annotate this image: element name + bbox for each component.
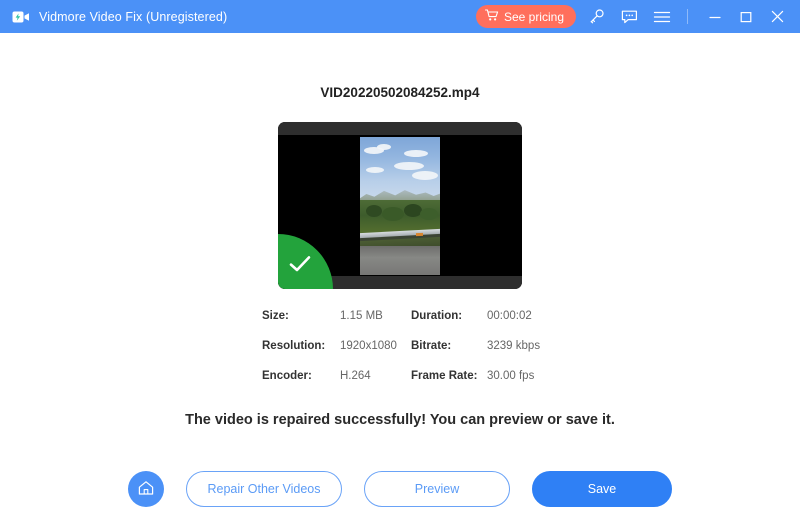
app-title: Vidmore Video Fix (Unregistered) xyxy=(39,9,228,24)
thumbnail-top-bar xyxy=(278,122,522,135)
resolution-label: Resolution: xyxy=(262,340,326,352)
cloud-shape xyxy=(404,150,428,157)
frame-rate-value: 30.00 fps xyxy=(487,370,535,382)
repair-other-videos-button[interactable]: Repair Other Videos xyxy=(186,471,342,507)
metadata-row: Resolution: 1920x1080 Bitrate: 3239 kbps xyxy=(262,340,562,370)
home-button[interactable] xyxy=(128,471,164,507)
resolution-value: 1920x1080 xyxy=(340,340,397,352)
size-value: 1.15 MB xyxy=(340,310,383,322)
video-preview-image xyxy=(360,137,440,275)
key-icon[interactable] xyxy=(583,4,609,30)
title-bar: Vidmore Video Fix (Unregistered) See pri… xyxy=(0,0,800,33)
preview-button[interactable]: Preview xyxy=(364,471,510,507)
duration-label: Duration: xyxy=(411,310,463,322)
road-layer xyxy=(360,246,440,275)
cloud-shape xyxy=(412,171,438,180)
success-badge xyxy=(278,234,333,289)
size-label: Size: xyxy=(262,310,289,322)
success-check-icon xyxy=(289,255,311,278)
frame-rate-label: Frame Rate: xyxy=(411,370,478,382)
metadata-row: Size: 1.15 MB Duration: 00:00:02 xyxy=(262,310,562,340)
toolbar-divider xyxy=(687,9,688,24)
maximize-button[interactable] xyxy=(733,4,759,30)
bush-shape xyxy=(382,207,404,221)
bitrate-label: Bitrate: xyxy=(411,340,452,352)
close-button[interactable] xyxy=(764,4,790,30)
reflector-marker xyxy=(416,232,423,237)
menu-icon[interactable] xyxy=(649,4,675,30)
see-pricing-label: See pricing xyxy=(503,9,564,24)
bush-shape xyxy=(420,208,438,220)
home-icon xyxy=(137,479,155,500)
cloud-shape xyxy=(366,167,384,173)
encoder-label: Encoder: xyxy=(262,370,312,382)
main-content: VID20220502084252.mp4 Size: 1.15 MB Dura… xyxy=(0,33,800,520)
file-name-label: VID20220502084252.mp4 xyxy=(320,85,480,100)
metadata-row: Encoder: H.264 Frame Rate: 30.00 fps xyxy=(262,370,562,400)
see-pricing-button[interactable]: See pricing xyxy=(475,5,576,28)
duration-value: 00:00:02 xyxy=(487,310,532,322)
encoder-value: H.264 xyxy=(340,370,371,382)
bitrate-value: 3239 kbps xyxy=(487,340,541,352)
status-message: The video is repaired successfully! You … xyxy=(185,412,615,428)
save-button[interactable]: Save xyxy=(532,471,672,507)
minimize-button[interactable] xyxy=(702,4,728,30)
action-bar: Repair Other Videos Preview Save xyxy=(0,458,800,520)
video-thumbnail[interactable] xyxy=(278,122,522,289)
video-camera-lightning-icon xyxy=(12,8,30,26)
feedback-icon[interactable] xyxy=(616,4,642,30)
bush-shape xyxy=(366,205,382,217)
cloud-shape xyxy=(377,144,391,150)
cloud-shape xyxy=(394,162,424,170)
video-metadata: Size: 1.15 MB Duration: 00:00:02 Resolut… xyxy=(262,310,562,400)
shopping-cart-icon xyxy=(484,8,499,25)
title-bar-controls: See pricing xyxy=(475,0,800,33)
